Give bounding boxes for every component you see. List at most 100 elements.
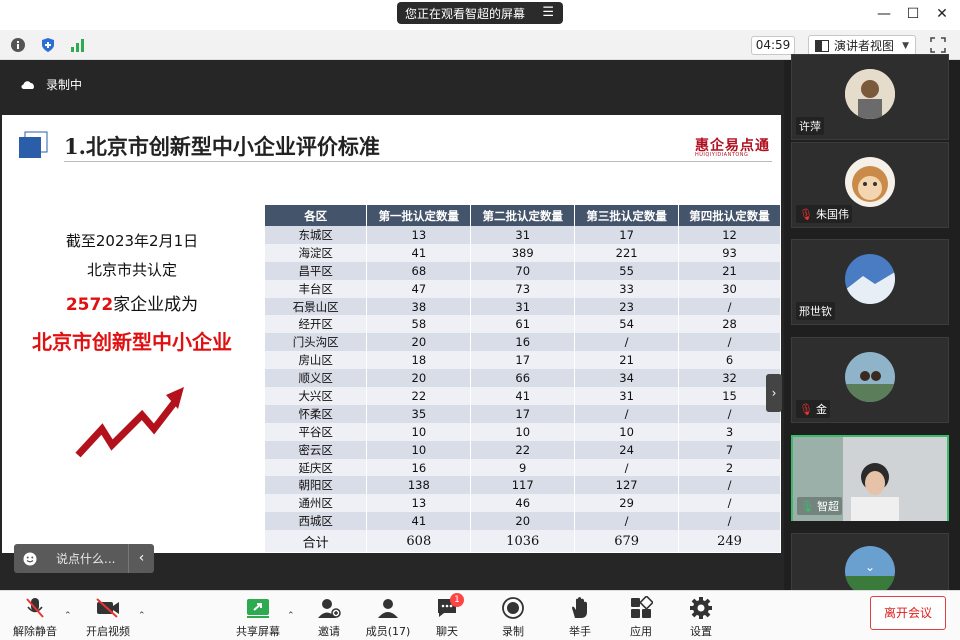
recording-label: 录制中: [46, 78, 83, 92]
share-status-text: 您正在观看智超的屏幕: [405, 6, 526, 21]
count-cell: /: [678, 512, 781, 531]
apps-button[interactable]: 应用: [622, 596, 660, 638]
meeting-timer: 04:59: [751, 36, 795, 55]
count-cell: /: [574, 404, 680, 423]
participant-panel: 许萍 🎙 朱国伟 邢世钦 🎙 金 🎙 智超 ⌄: [787, 54, 960, 596]
column-header: 第一批认定数量: [366, 205, 472, 226]
count-cell: 13: [366, 494, 472, 513]
total-cell: 679: [574, 530, 680, 553]
count-cell: 20: [366, 369, 472, 388]
panel-collapse-button[interactable]: ›: [766, 374, 782, 412]
count-cell: 10: [366, 422, 472, 441]
table-header-row: 各区 第一批认定数量 第二批认定数量 第三批认定数量 第四批认定数量: [265, 205, 781, 226]
share-screen-button[interactable]: 共享屏幕: [233, 596, 283, 638]
start-video-button[interactable]: 开启视频: [82, 596, 134, 638]
chevron-down-icon: ▼: [902, 40, 909, 51]
avatar: [845, 157, 895, 207]
count-cell: 61: [470, 315, 576, 334]
mic-muted-icon: 🎙: [799, 402, 813, 416]
unmute-button[interactable]: 解除静音: [10, 596, 60, 638]
participant-tile[interactable]: 许萍: [791, 54, 949, 140]
table-row: 海淀区 41 389 221 93: [265, 243, 781, 262]
total-cell: 249: [678, 530, 781, 553]
avatar: [845, 69, 895, 119]
count-cell: 33: [574, 279, 680, 298]
count-cell: /: [678, 494, 781, 513]
count-cell: 9: [470, 458, 576, 477]
table-row: 密云区 10 22 24 7: [265, 440, 781, 459]
count-cell: 23: [574, 297, 680, 316]
district-cell: 门头沟区: [265, 333, 368, 352]
count-suffix: 家企业成为: [113, 295, 199, 315]
count-cell: 22: [470, 440, 576, 459]
record-button[interactable]: 录制: [494, 596, 532, 638]
district-cell: 石景山区: [265, 297, 368, 316]
count-cell: /: [678, 476, 781, 495]
column-header: 各区: [265, 205, 368, 226]
view-mode-dropdown[interactable]: 演讲者视图 ▼: [808, 35, 916, 56]
emoji-icon[interactable]: [23, 552, 37, 566]
menu-icon[interactable]: ☰: [542, 5, 554, 20]
members-button[interactable]: 成员(17): [360, 596, 416, 638]
video-off-icon: [96, 598, 119, 618]
signal-icon[interactable]: [70, 37, 86, 53]
info-icon[interactable]: [10, 37, 26, 53]
count-cell: 17: [470, 351, 576, 370]
apps-label: 应用: [630, 625, 652, 638]
shield-icon[interactable]: [40, 37, 56, 53]
participant-tile-speaking[interactable]: 🎙 智超: [791, 435, 949, 521]
fullscreen-icon[interactable]: [930, 37, 946, 53]
settings-button[interactable]: 设置: [682, 596, 720, 638]
district-cell: 顺义区: [265, 369, 368, 388]
slide-highlight-text: 北京市创新型中小企业: [32, 330, 232, 354]
participant-tile[interactable]: 邢世钦: [791, 239, 949, 325]
slide-date-text: 截至2023年2月1日: [65, 232, 199, 250]
count-cell: 70: [470, 261, 576, 280]
column-header: 第二批认定数量: [470, 205, 576, 226]
members-icon: [378, 599, 398, 618]
table-row: 丰台区 47 73 33 30: [265, 279, 781, 298]
title-bar: 您正在观看智超的屏幕 ☰ — ☐ ✕: [0, 0, 960, 30]
chevron-up-icon[interactable]: ⌃: [287, 611, 295, 621]
count-cell: 35: [366, 404, 472, 423]
count-cell: 38: [366, 297, 472, 316]
district-cell: 密云区: [265, 440, 368, 459]
column-header: 第四批认定数量: [678, 205, 781, 226]
count-cell: 93: [678, 243, 781, 262]
count-cell: 12: [678, 226, 781, 244]
mic-muted-icon: 🎙: [799, 207, 813, 221]
district-cell: 经开区: [265, 315, 368, 334]
count-cell: 2: [678, 458, 781, 477]
unmute-label: 解除静音: [13, 625, 57, 638]
count-cell: /: [678, 297, 781, 316]
table-row: 东城区 13 31 17 12: [265, 226, 781, 244]
chevron-left-icon[interactable]: ‹: [128, 544, 154, 573]
enterprise-table: 各区 第一批认定数量 第二批认定数量 第三批认定数量 第四批认定数量 东城区 13…: [265, 205, 781, 553]
invite-button[interactable]: 邀请: [310, 596, 348, 638]
close-icon[interactable]: ✕: [934, 6, 950, 22]
leave-meeting-button[interactable]: 离开会议: [870, 596, 946, 630]
participant-name: 🎙 朱国伟: [796, 205, 852, 223]
chevron-down-icon[interactable]: ⌄: [865, 560, 875, 574]
participant-tile[interactable]: 🎙 金: [791, 337, 949, 423]
participant-name: 许萍: [796, 117, 824, 135]
minimize-icon[interactable]: —: [876, 6, 892, 22]
table-row: 大兴区 22 41 31 15: [265, 387, 781, 405]
chat-input[interactable]: 说点什么... ‹: [14, 544, 154, 573]
participant-tile[interactable]: 🎙 朱国伟: [791, 142, 949, 228]
count-cell: 221: [574, 243, 680, 262]
count-cell: 46: [470, 494, 576, 513]
record-icon: [502, 597, 524, 619]
count-cell: 10: [366, 440, 472, 459]
share-status-pill[interactable]: 您正在观看智超的屏幕 ☰: [397, 2, 563, 24]
count-cell: 41: [366, 512, 472, 531]
chevron-up-icon[interactable]: ⌃: [64, 611, 72, 621]
count-cell: 22: [366, 387, 472, 405]
participant-tile[interactable]: ⌄: [791, 533, 949, 596]
maximize-icon[interactable]: ☐: [905, 6, 921, 22]
table-row: 通州区 13 46 29/: [265, 494, 781, 513]
chevron-up-icon[interactable]: ⌃: [138, 611, 146, 621]
raise-hand-button[interactable]: 举手: [561, 596, 599, 638]
presentation-slide: 1.北京市创新型中小企业评价标准 惠企易点通 HUIQIYIDIANTONG 截…: [2, 115, 781, 553]
count-cell: 20: [366, 333, 472, 352]
